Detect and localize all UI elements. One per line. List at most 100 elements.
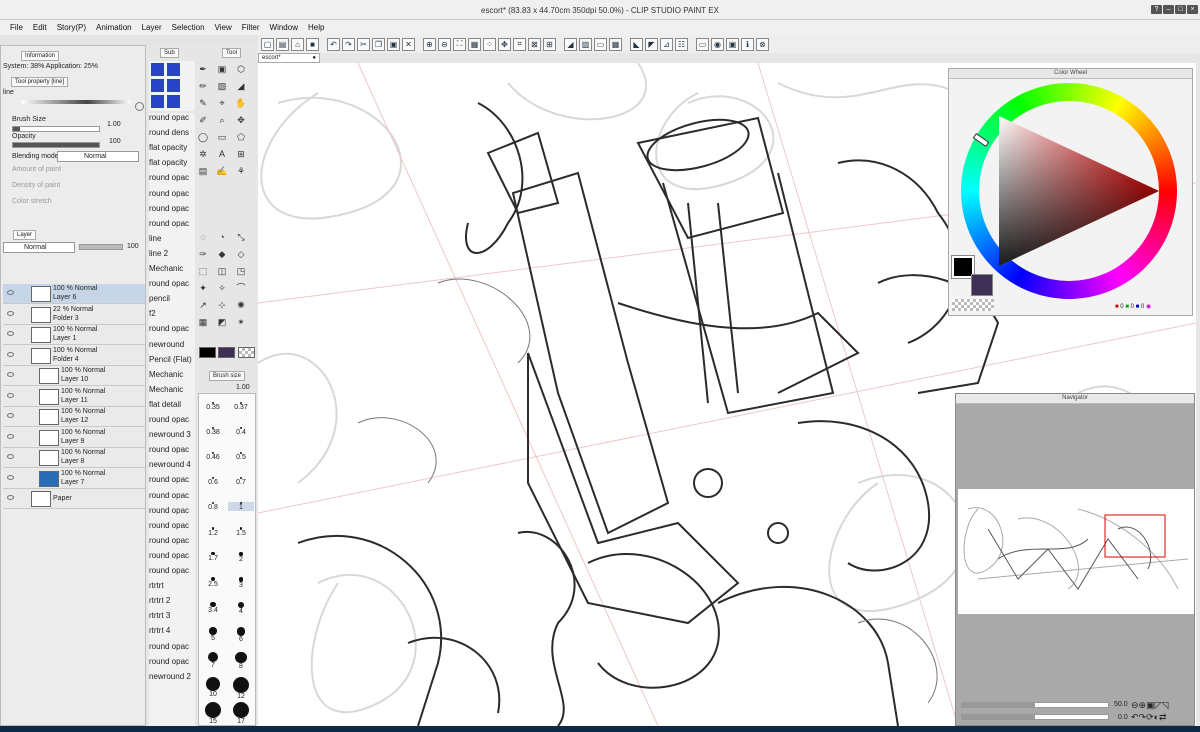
sub-tool-item[interactable]: rtrtrt 2 — [149, 596, 170, 605]
color-mode-icon[interactable]: ◉ — [1146, 304, 1151, 310]
move-icon[interactable]: ✥ — [234, 113, 248, 127]
brush-size-preset[interactable]: 0.7 — [228, 477, 254, 486]
sub-tool-item[interactable]: round opac — [149, 536, 189, 545]
layer-row[interactable]: 100 % Normal Layer 1 — [3, 325, 145, 345]
transform-icon[interactable]: ⊠ — [528, 37, 541, 51]
document-tab[interactable]: escort* ● — [258, 53, 320, 63]
visibility-eye-icon[interactable] — [7, 351, 14, 357]
settings-icon[interactable]: ⊗ — [756, 37, 769, 51]
brush-size-preset[interactable]: 0.8 — [200, 502, 226, 511]
brush-size-preset[interactable]: 2.5 — [200, 577, 226, 588]
open-icon[interactable]: ⌂ — [291, 37, 304, 51]
fill-icon[interactable]: ◢ — [234, 79, 248, 93]
blend-icon[interactable]: ▧ — [215, 79, 229, 93]
layer-row[interactable]: 100 % Normal Layer 6 — [3, 284, 145, 304]
information-tab[interactable]: Information — [21, 51, 60, 61]
brush-size-preset[interactable]: 17 — [228, 702, 254, 725]
tool-icon[interactable]: ✑ — [196, 247, 210, 261]
undo-icon[interactable]: ↶ — [327, 37, 340, 51]
pen-icon[interactable]: ✒ — [196, 62, 210, 76]
navigator-zoom-value[interactable]: 50.0 — [1114, 701, 1128, 708]
sub-tool-item[interactable]: newround 4 — [149, 460, 191, 469]
sub-tool-item[interactable]: round opac — [149, 491, 189, 500]
ellipse-icon[interactable]: ◯ — [196, 130, 210, 144]
zoom-controls-icon[interactable]: ⊖⊕▣◸◹ — [1131, 700, 1168, 711]
copy-icon[interactable]: ❐ — [372, 37, 385, 51]
move-icon[interactable]: ✥ — [498, 37, 511, 51]
maximize-button[interactable]: □ — [1175, 5, 1186, 14]
layer-opacity-slider[interactable] — [79, 244, 123, 250]
sub-tool-item[interactable]: round opac — [149, 324, 189, 333]
sub-tool-item[interactable]: Mechanic — [149, 264, 183, 273]
sub-tool-item[interactable]: round opac — [149, 219, 189, 228]
sub-tool-item[interactable]: f2 — [149, 309, 156, 318]
layer-row[interactable]: Paper — [3, 489, 145, 509]
new-file-icon[interactable]: ▤ — [276, 37, 289, 51]
new-file-icon[interactable]: ▢ — [261, 37, 274, 51]
layer-blend-select[interactable]: Normal — [3, 242, 75, 253]
sub-tool-item[interactable]: rtrtrt 3 — [149, 611, 170, 620]
brush-size-preset[interactable]: 5 — [200, 627, 226, 642]
brush-size-tab[interactable]: Brush size — [209, 371, 246, 381]
sub-tool-item[interactable]: flat opacity — [149, 158, 187, 167]
tool-icon[interactable]: ↗ — [196, 298, 210, 312]
brush-size-preset[interactable]: 1.7 — [200, 552, 226, 562]
ruler-icon[interactable] — [151, 79, 164, 92]
menu-selection[interactable]: Selection — [167, 20, 210, 35]
brush-size-preset[interactable]: 12 — [228, 677, 254, 700]
layer-row[interactable]: 100 % Normal Folder 4 — [3, 345, 145, 366]
actual-size-icon[interactable]: ▦ — [468, 37, 481, 51]
clear-icon[interactable]: ✕ — [402, 37, 415, 51]
ruler-icon[interactable] — [167, 95, 180, 108]
polygon-icon[interactable]: ⬠ — [234, 130, 248, 144]
menu-view[interactable]: View — [210, 20, 237, 35]
visibility-eye-icon[interactable] — [7, 392, 14, 398]
line-snap-icon[interactable]: ◤ — [645, 37, 658, 51]
lasso-icon[interactable]: ⬡ — [234, 62, 248, 76]
sub-tool-item[interactable]: Pencil (Flat) — [149, 355, 192, 364]
grid-icon[interactable]: ⊞ — [234, 147, 248, 161]
zoom-out-icon[interactable]: ⊖ — [438, 37, 451, 51]
brush-size-preset[interactable]: 0.37 — [228, 402, 254, 411]
brush-size-preset[interactable]: 7 — [200, 652, 226, 669]
transparent-color-swatch[interactable] — [952, 299, 994, 311]
text-icon[interactable]: A — [215, 147, 229, 161]
brush-size-preset[interactable]: 3 — [228, 577, 254, 589]
layer-row[interactable]: 100 % Normal Layer 10 — [3, 366, 145, 386]
navigator-zoom-slider[interactable] — [961, 702, 1109, 708]
invert-selection-icon[interactable]: ⊞ — [543, 37, 556, 51]
brush-size-preset[interactable]: 8 — [228, 652, 254, 670]
visibility-eye-icon[interactable] — [7, 290, 14, 295]
layer-icon[interactable]: ▭ — [594, 37, 607, 51]
rotate-controls-icon[interactable]: ↶↷⟳◐⇄ — [1131, 712, 1167, 723]
redo-icon[interactable]: ↷ — [342, 37, 355, 51]
zoom-icon[interactable]: ⌕ — [215, 113, 229, 127]
visibility-eye-icon[interactable] — [7, 474, 14, 480]
menu-story[interactable]: Story(P) — [52, 20, 91, 35]
tool-icon[interactable]: ◳ — [234, 264, 248, 278]
layer-row[interactable]: 100 % Normal Layer 9 — [3, 427, 145, 448]
brush-size-preset[interactable]: 0.5 — [228, 452, 254, 461]
crop-icon[interactable]: ⌗ — [513, 37, 526, 51]
ruler-icon[interactable] — [151, 63, 164, 76]
ruler-icon[interactable] — [167, 79, 180, 92]
tool-settings-icon[interactable] — [135, 102, 144, 111]
sub-tool-tab[interactable]: Sub — [160, 48, 179, 58]
eyedropper-icon[interactable]: ⌖ — [215, 96, 229, 110]
sub-tool-item[interactable]: round opac — [149, 657, 189, 666]
sub-color-swatch[interactable] — [218, 347, 235, 358]
brush-size-preset[interactable]: 10 — [200, 677, 226, 698]
sub-tool-item[interactable]: flat opacity — [149, 143, 187, 152]
close-tab-icon[interactable]: ● — [312, 54, 316, 62]
sub-tool-item[interactable]: rtrtrt — [149, 581, 164, 590]
layer-tab[interactable]: Layer — [13, 230, 37, 240]
tool-icon[interactable]: ◫ — [215, 264, 229, 278]
sub-tool-item[interactable]: line 2 — [149, 249, 168, 258]
frame-icon[interactable]: ▤ — [196, 164, 210, 178]
sub-tool-item[interactable]: round opac — [149, 445, 189, 454]
snap-icon[interactable]: ▨ — [579, 37, 592, 51]
visibility-eye-icon[interactable] — [7, 433, 14, 439]
sub-tool-item[interactable]: flat detail — [149, 400, 181, 409]
info-icon[interactable]: ℹ — [741, 37, 754, 51]
layer-opacity-value[interactable]: 100 — [127, 243, 139, 250]
